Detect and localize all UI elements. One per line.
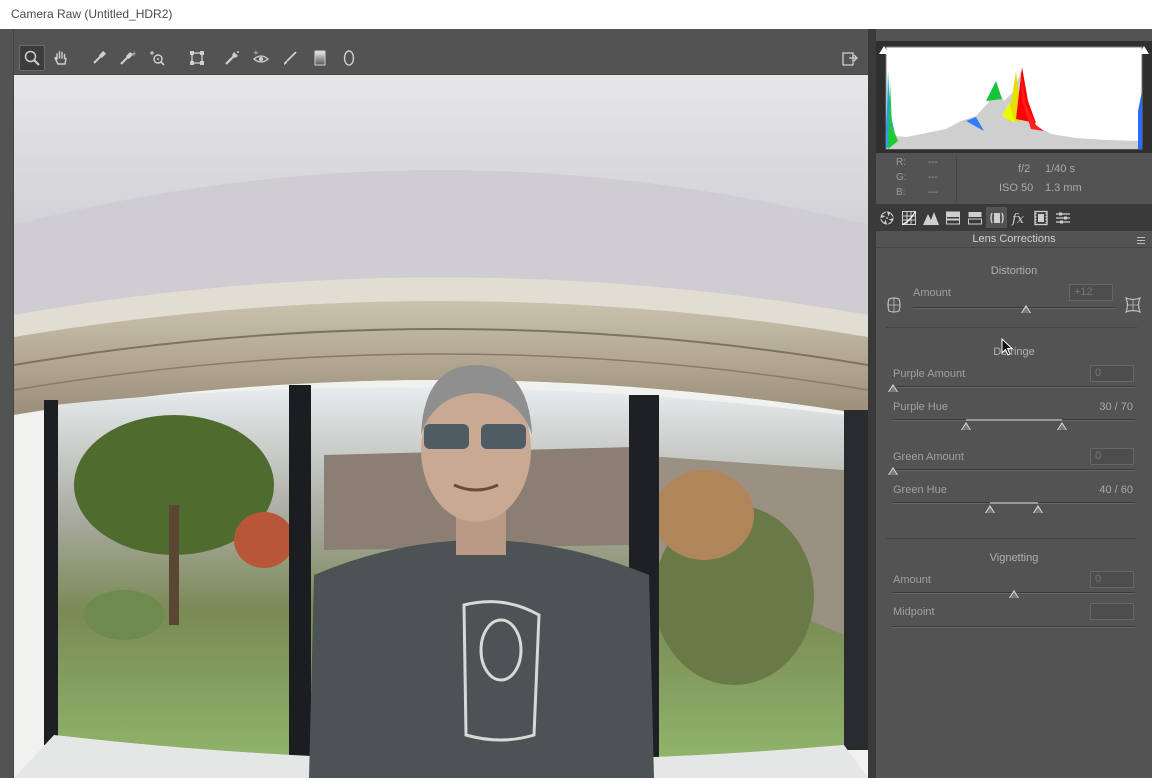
g-label: G: [896, 172, 907, 183]
vignetting-amount-field[interactable]: 0 [1090, 571, 1134, 588]
adjustment-panel: R: --- G: --- B: --- f/2 1/40 s ISO 50 1… [876, 29, 1152, 778]
defringe-heading: Defringe [993, 346, 1035, 358]
vignetting-midpoint-label: Midpoint [893, 606, 935, 618]
section-divider [886, 327, 1137, 328]
color-sampler-icon[interactable]: + [114, 45, 140, 71]
green-hue-range [989, 502, 1039, 504]
b-value: --- [928, 187, 938, 198]
green-amount-slider[interactable] [893, 469, 1135, 471]
panel-menu-icon[interactable] [1137, 235, 1145, 244]
distortion-amount-field[interactable]: +12 [1069, 284, 1113, 301]
svg-text:fx: fx [1011, 212, 1025, 226]
export-icon[interactable] [837, 45, 863, 71]
green-amount-thumb[interactable] [888, 467, 898, 475]
eyedropper-icon[interactable] [86, 45, 112, 71]
purple-amount-field[interactable]: 0 [1090, 365, 1134, 382]
purple-amount-slider[interactable] [893, 386, 1135, 388]
purple-hue-high-thumb[interactable] [1057, 422, 1068, 430]
focal-length: 1.3 mm [1045, 182, 1082, 194]
presets-sliders-icon[interactable] [1052, 207, 1073, 228]
green-amount-field[interactable]: 0 [1090, 448, 1134, 465]
distortion-amount-label: Amount [913, 287, 951, 299]
radial-icon[interactable] [336, 45, 362, 71]
info-separator [956, 155, 957, 203]
basic-aperture-icon[interactable] [876, 207, 897, 228]
purple-hue-range [965, 419, 1063, 421]
distortion-heading: Distortion [990, 265, 1038, 277]
gradient-icon[interactable] [307, 45, 333, 71]
tone-curve-grid-icon[interactable] [898, 207, 919, 228]
b-label: B: [896, 187, 906, 198]
brush-icon[interactable] [277, 45, 303, 71]
hsl-icon[interactable] [942, 207, 963, 228]
distortion-pincushion-icon [1124, 296, 1142, 314]
green-amount-label: Green Amount [893, 451, 964, 463]
camera-calibration-film-icon[interactable] [1030, 207, 1051, 228]
aperture: f/2 [1018, 163, 1031, 175]
green-hue-label: Green Hue [893, 484, 947, 496]
tool-bar: + + [14, 41, 868, 75]
histogram-info: R: --- G: --- B: --- f/2 1/40 s ISO 50 1… [876, 153, 1152, 207]
distortion-barrel-icon [886, 297, 902, 313]
vignetting-midpoint-slider[interactable] [893, 626, 1135, 628]
iso: ISO 50 [999, 182, 1034, 194]
camera-raw-window: Camera Raw (Untitled_HDR2) + + R: --- G:… [0, 0, 1152, 778]
r-value: --- [928, 157, 938, 168]
purple-amount-label: Purple Amount [893, 368, 966, 380]
distortion-amount-slider[interactable] [913, 307, 1115, 309]
lens-corrections-icon[interactable] [986, 207, 1007, 228]
left-edge-strip [0, 29, 14, 778]
section-divider [886, 538, 1137, 539]
fx-icon[interactable]: fx [1008, 207, 1029, 228]
green-hue-value: 40 / 60 [1099, 484, 1133, 496]
transform-icon[interactable] [184, 45, 210, 71]
distortion-amount-thumb[interactable] [1021, 305, 1032, 313]
vignetting-amount-thumb[interactable] [1009, 590, 1019, 598]
shutter-speed: 1/40 s [1045, 163, 1075, 175]
purple-hue-label: Purple Hue [893, 401, 949, 413]
red-eye-icon[interactable]: + [248, 45, 274, 71]
hand-icon[interactable] [48, 45, 74, 71]
preview-photo [14, 75, 868, 778]
vignetting-midpoint-field[interactable] [1090, 603, 1134, 620]
target-adjust-icon[interactable] [144, 45, 170, 71]
split-toning-icon[interactable] [964, 207, 985, 228]
green-hue-low-thumb[interactable] [984, 505, 995, 513]
green-hue-high-thumb[interactable] [1033, 505, 1044, 513]
vignetting-amount-label: Amount [893, 574, 931, 586]
mouse-cursor [1001, 337, 1014, 356]
detail-mountains-icon[interactable] [920, 207, 941, 228]
purple-hue-low-thumb[interactable] [960, 422, 971, 430]
purple-amount-thumb[interactable] [888, 384, 898, 392]
panel-divider[interactable] [868, 29, 876, 778]
purple-hue-value: 30 / 70 [1099, 401, 1133, 413]
vignetting-heading: Vignetting [989, 552, 1039, 564]
image-preview[interactable] [14, 75, 868, 778]
r-label: R: [896, 157, 906, 168]
panel-title: Lens Corrections [876, 231, 1152, 248]
g-value: --- [928, 172, 938, 183]
svg-text:+: + [131, 50, 136, 58]
spot-removal-icon[interactable] [219, 45, 245, 71]
panel-tab-bar: fx [876, 204, 1152, 231]
magnifier-icon[interactable] [19, 45, 45, 71]
window-title: Camera Raw (Untitled_HDR2) [0, 0, 1152, 29]
svg-text:+: + [253, 49, 259, 57]
